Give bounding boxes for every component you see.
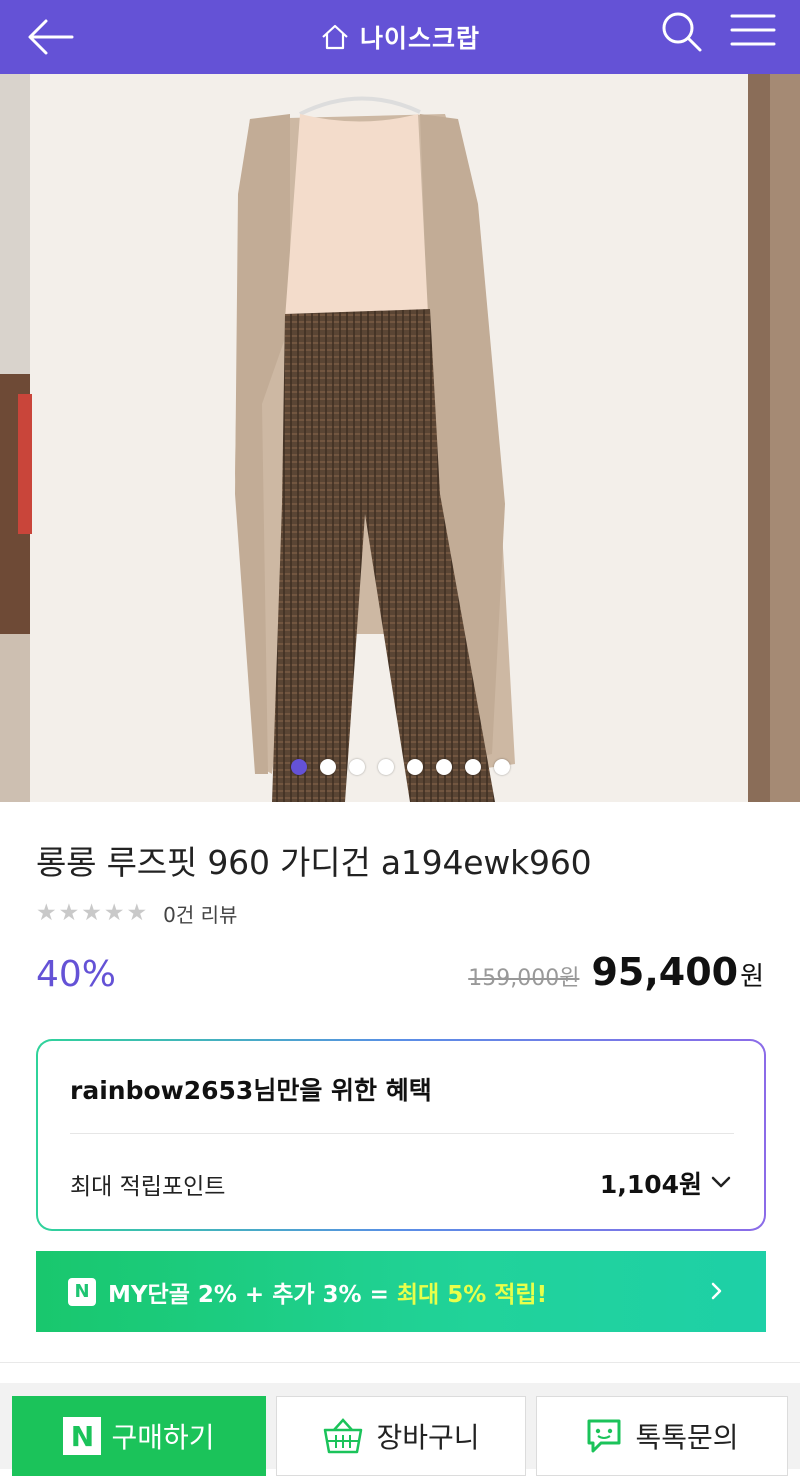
cart-label: 장바구니 bbox=[376, 1421, 480, 1454]
carousel-dot[interactable] bbox=[290, 759, 307, 775]
promo-text-highlight: 최대 5% 적립! bbox=[396, 1281, 548, 1308]
divider bbox=[0, 1362, 800, 1363]
carousel-dot[interactable] bbox=[319, 759, 336, 775]
search-icon[interactable] bbox=[658, 8, 704, 54]
currency-unit: 원 bbox=[740, 962, 764, 992]
product-photo bbox=[0, 74, 800, 802]
home-icon bbox=[322, 24, 348, 50]
price-block: 159,000원 95,400 원 bbox=[468, 950, 764, 994]
promo-text: MY단골 2% + 추가 3% = 최대 5% 적립! bbox=[108, 1275, 547, 1309]
carousel-indicator bbox=[0, 759, 800, 775]
carousel-dot[interactable] bbox=[406, 759, 423, 775]
carousel-dot[interactable] bbox=[377, 759, 394, 775]
carousel-dot[interactable] bbox=[348, 759, 365, 775]
benefit-heading: rainbow2653님만을 위한 혜택 bbox=[70, 1076, 432, 1105]
talk-inquiry-button[interactable]: 톡톡문의 bbox=[536, 1396, 788, 1476]
divider bbox=[70, 1133, 734, 1134]
original-price: 159,000원 bbox=[468, 966, 580, 991]
hamburger-menu-icon[interactable] bbox=[728, 10, 778, 50]
review-count: 0건 리뷰 bbox=[163, 902, 238, 927]
store-name: 나이스크랍 bbox=[359, 24, 480, 53]
talk-label: 톡톡문의 bbox=[635, 1421, 739, 1454]
chat-bubble-icon bbox=[587, 1419, 621, 1453]
carousel-dot[interactable] bbox=[464, 759, 481, 775]
points-value[interactable]: 1,104원 bbox=[600, 1165, 702, 1201]
buy-button[interactable]: N 구매하기 bbox=[12, 1396, 266, 1476]
basket-icon bbox=[324, 1418, 363, 1454]
chevron-down-icon[interactable] bbox=[708, 1169, 734, 1195]
carousel-dot[interactable] bbox=[435, 759, 452, 775]
cart-button[interactable]: 장바구니 bbox=[276, 1396, 526, 1476]
buy-label: 구매하기 bbox=[111, 1421, 215, 1454]
sale-price: 95,400 bbox=[591, 950, 739, 994]
chevron-right-icon bbox=[711, 1282, 722, 1300]
member-benefit-box: rainbow2653님만을 위한 혜택 최대 적립포인트 1,104원 bbox=[36, 1039, 766, 1231]
product-image[interactable] bbox=[0, 74, 800, 802]
points-label: 최대 적립포인트 bbox=[70, 1174, 226, 1200]
naver-n-icon: N bbox=[63, 1417, 102, 1455]
product-title: 롱롱 루즈핏 960 가디건 a194ewk960 bbox=[36, 843, 592, 882]
naver-n-icon: N bbox=[68, 1277, 96, 1306]
app-header: 나이스크랍 bbox=[0, 0, 800, 74]
rating-row[interactable]: ★★★★★ 0건 리뷰 bbox=[36, 900, 238, 927]
star-rating-icon: ★★★★★ bbox=[36, 900, 150, 926]
promo-text-main: MY단골 2% + 추가 3% = bbox=[108, 1281, 397, 1308]
discount-rate: 40% bbox=[36, 954, 117, 995]
naver-promo-banner[interactable]: N MY단골 2% + 추가 3% = 최대 5% 적립! bbox=[36, 1251, 766, 1332]
carousel-dot[interactable] bbox=[493, 759, 510, 775]
